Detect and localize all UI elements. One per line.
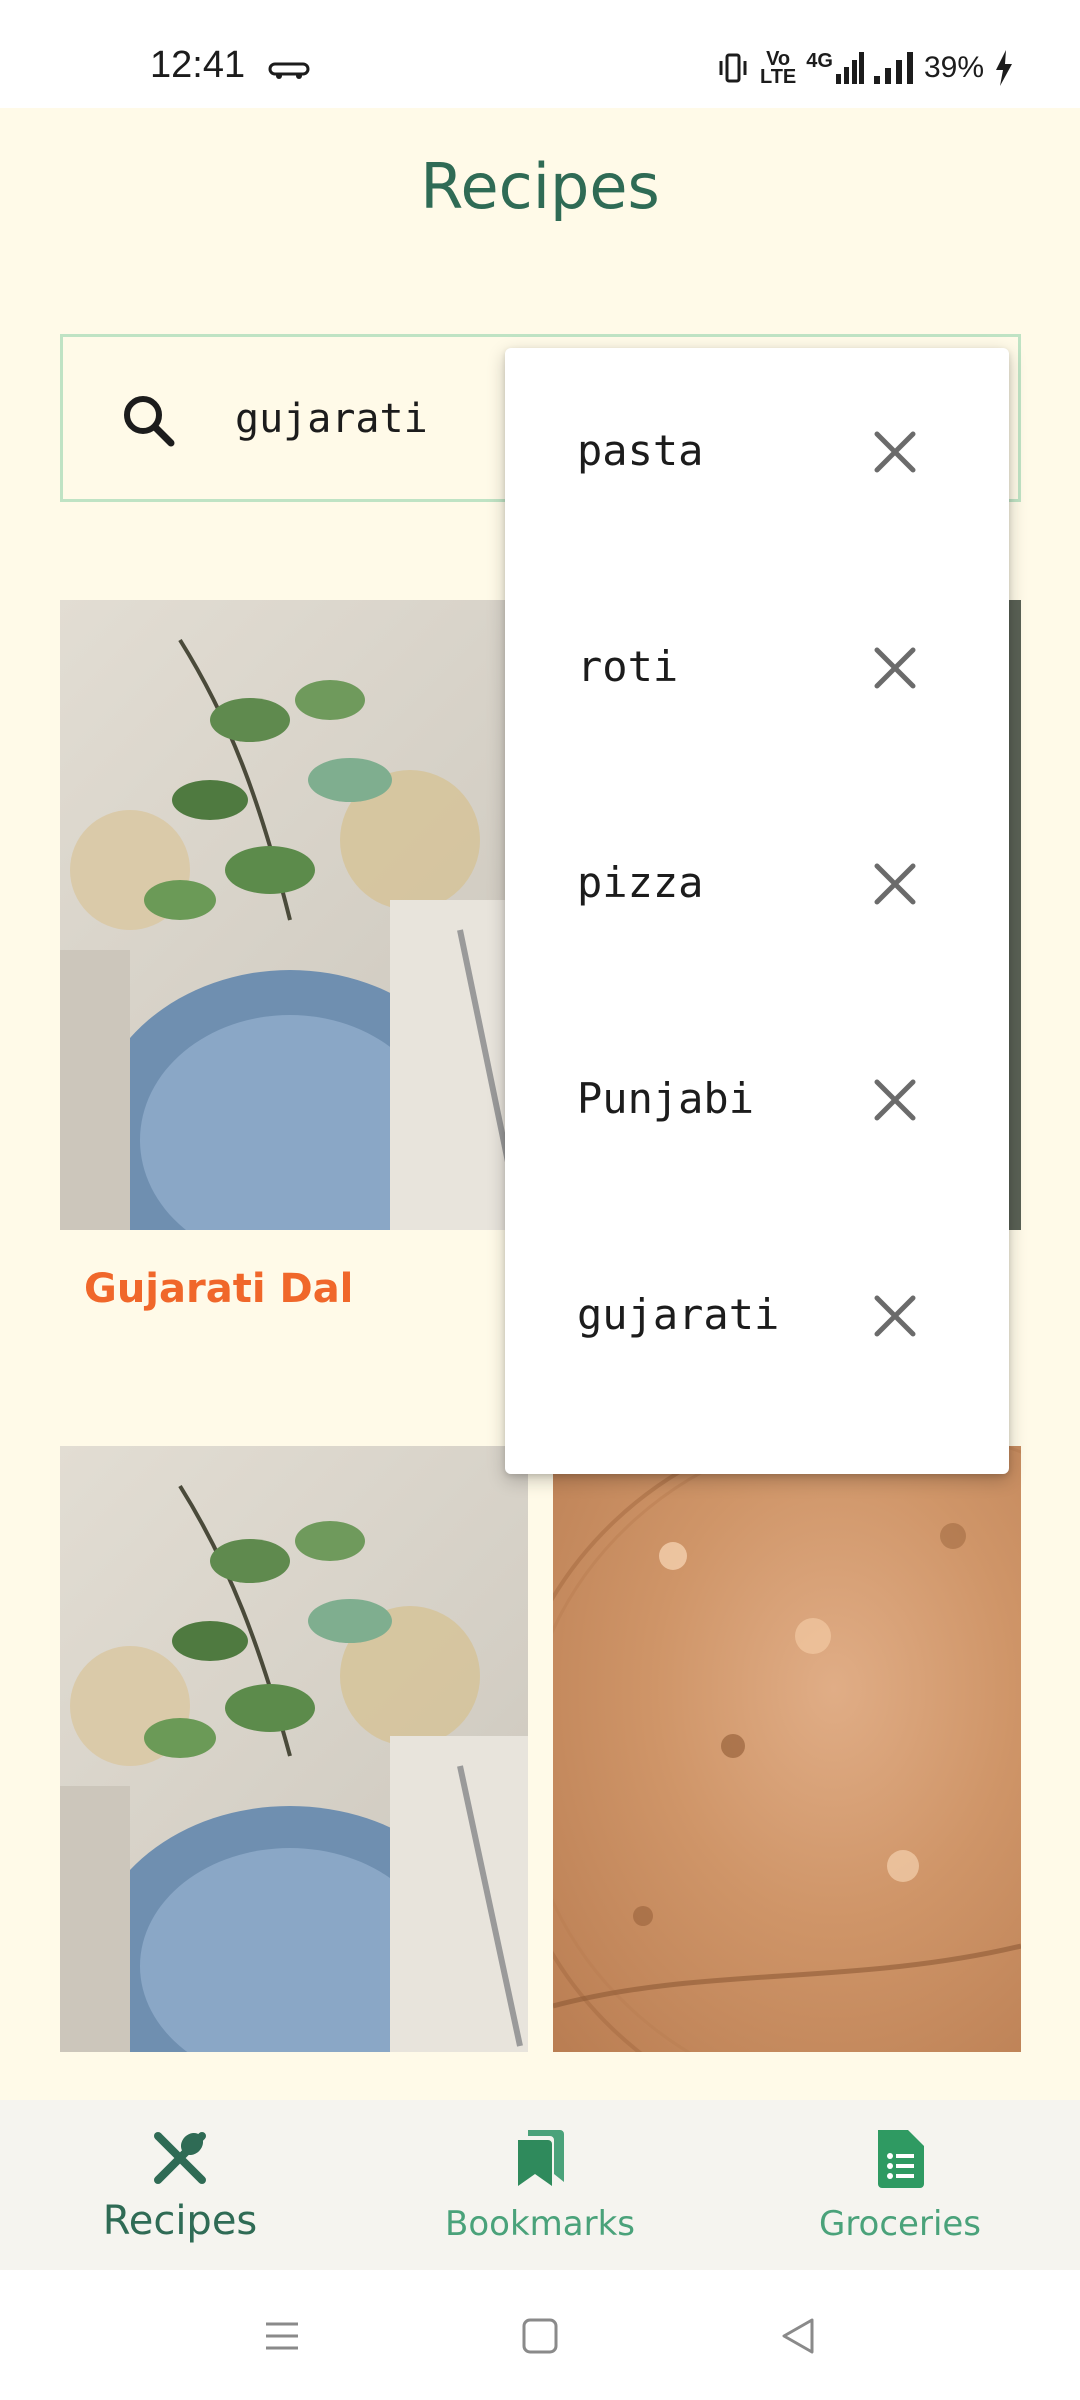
history-item-label: gujarati [577, 1290, 780, 1339]
nav-label: Bookmarks [445, 2204, 635, 2244]
recipe-image-roti[interactable] [553, 1446, 1021, 2052]
bottom-navigation: Recipes Bookmarks Groceries [0, 2100, 1080, 2270]
recipe-image-gujarati-dal[interactable] [60, 600, 530, 1230]
battery-percent: 39% [923, 51, 984, 84]
nav-label: Groceries [818, 2204, 982, 2244]
roti-illustration [553, 1446, 1021, 2052]
search-icon [124, 396, 175, 447]
car-icon [268, 62, 310, 79]
status-time: 12:41 [150, 44, 246, 86]
history-item-punjabi[interactable]: Punjabi [505, 996, 1009, 1212]
history-item-label: roti [577, 642, 679, 691]
home-icon[interactable] [518, 2314, 562, 2358]
table-setting-illustration [60, 638, 530, 1230]
close-icon[interactable] [871, 860, 919, 908]
nav-label: Recipes [102, 2198, 258, 2244]
signal-bars-icon [835, 52, 864, 84]
close-icon[interactable] [871, 1292, 919, 1340]
table-setting-illustration [60, 1484, 528, 2052]
back-icon[interactable] [776, 2314, 820, 2358]
volte-badge: Vo LTE [759, 48, 797, 88]
recipe-title[interactable]: Gujarati Dal [84, 1266, 353, 1312]
bookmarks-icon [518, 2130, 564, 2186]
close-icon[interactable] [871, 428, 919, 476]
history-item-label: pizza [577, 858, 704, 907]
history-item-label: Punjabi [577, 1074, 755, 1123]
charging-icon [996, 50, 1012, 86]
signal-4g: 4G [806, 51, 864, 84]
close-icon[interactable] [871, 1076, 919, 1124]
signal-bars-icon [873, 52, 913, 84]
recipe-image-bottom-left[interactable] [60, 1446, 528, 2052]
fork-knife-icon [154, 2132, 206, 2184]
nav-bookmarks[interactable]: Bookmarks [360, 2100, 720, 2270]
search-history-dropdown: pasta roti pizza Punjabi gujarati [505, 348, 1009, 1474]
history-item-label: pasta [577, 426, 704, 475]
nav-groceries[interactable]: Groceries [720, 2100, 1080, 2270]
close-icon[interactable] [871, 644, 919, 692]
menu-icon[interactable] [260, 2314, 304, 2358]
history-item-roti[interactable]: roti [505, 564, 1009, 780]
vibrate-icon [719, 53, 747, 83]
grocery-list-icon [878, 2130, 924, 2188]
page-title: Recipes [420, 150, 660, 223]
system-navigation-bar [0, 2270, 1080, 2400]
history-item-gujarati[interactable]: gujarati [505, 1212, 1009, 1428]
nav-recipes[interactable]: Recipes [0, 2100, 360, 2270]
history-item-pasta[interactable]: pasta [505, 348, 1009, 564]
status-bar: 12:41 Vo LTE 4G 39% [0, 0, 1080, 108]
status-icons: Vo LTE 4G 39% [716, 48, 1014, 88]
history-item-pizza[interactable]: pizza [505, 780, 1009, 996]
